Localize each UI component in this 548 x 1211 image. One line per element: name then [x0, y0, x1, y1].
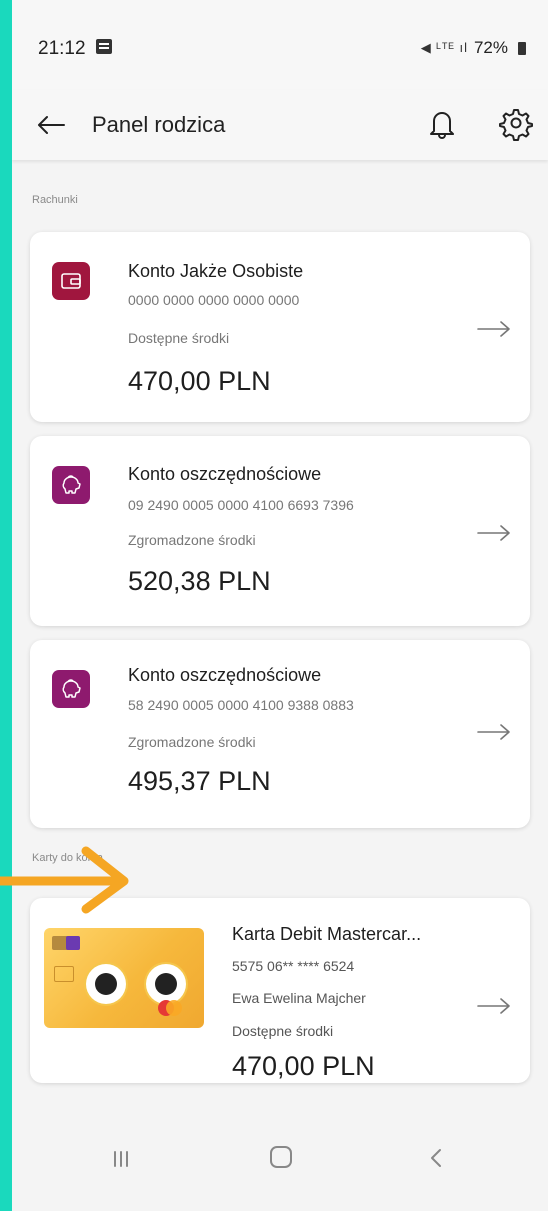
account-name: Konto oszczędnościowe [128, 464, 322, 484]
status-bar: 21:12 ◀ ᴸᵀᴱ ıl 72% [12, 0, 548, 90]
arrow-right-icon [477, 525, 510, 541]
card-number: 5575 06** **** 6524 [232, 958, 355, 974]
account-name: Konto Jakże Osobiste [128, 261, 304, 281]
annotation-arrow-icon [0, 846, 129, 914]
balance-label: Zgromadzone środki [128, 532, 256, 548]
gear-icon[interactable] [498, 104, 534, 142]
balance-label: Zgromadzone środki [128, 734, 256, 750]
balance-amount: 495,37 PLN [128, 766, 271, 796]
system-nav-bar [12, 1098, 548, 1211]
app-bar: Panel rodzica [12, 90, 548, 160]
phone-screen: 21:12 ◀ ᴸᵀᴱ ıl 72% Panel rodzica Rachunk… [12, 0, 548, 1211]
bell-icon[interactable] [424, 104, 460, 142]
card-image [44, 928, 204, 1028]
balance-label: Dostępne środki [128, 330, 230, 346]
piggy-bank-icon [62, 679, 81, 698]
battery-percent: 72% [473, 38, 508, 57]
status-right: ◀ ᴸᵀᴱ ıl 72% [421, 38, 526, 58]
home-icon[interactable] [270, 1146, 292, 1168]
notification-icon [96, 39, 112, 54]
section-label-accounts: Rachunki [32, 194, 78, 206]
balance-label: Dostępne środki [232, 1023, 334, 1039]
account-card[interactable]: Konto oszczędnościowe 58 2490 0005 0000 … [30, 640, 530, 828]
wallet-icon [61, 273, 81, 289]
balance-amount: 520,38 PLN [128, 566, 271, 596]
debit-card-item[interactable]: Karta Debit Mastercar... 5575 06** **** … [30, 898, 530, 1083]
balance-amount: 470,00 PLN [128, 366, 271, 396]
account-number: 09 2490 0005 0000 4100 6693 7396 [128, 497, 354, 513]
status-time: 21:12 [38, 38, 86, 59]
page-title: Panel rodzica [92, 112, 226, 137]
signal-icon: ◀ ᴸᵀᴱ ıl [420, 40, 468, 55]
card-name: Karta Debit Mastercar... [232, 924, 422, 944]
card-holder: Ewa Ewelina Majcher [232, 990, 366, 1006]
account-icon-box [52, 670, 90, 708]
arrow-right-icon [477, 724, 510, 740]
account-number: 0000 0000 0000 0000 0000 [128, 292, 300, 308]
piggy-bank-icon [62, 475, 81, 494]
mastercard-logo-icon [158, 1000, 182, 1016]
balance-amount: 470,00 PLN [232, 1051, 375, 1081]
back-arrow-icon[interactable] [34, 108, 68, 142]
arrow-right-icon [477, 321, 510, 337]
arrow-right-icon [477, 998, 510, 1014]
contactless-icon [54, 966, 74, 982]
account-card[interactable]: Konto oszczędnościowe 09 2490 0005 0000 … [30, 436, 530, 626]
card-eye-icon [146, 964, 186, 1004]
battery-icon [518, 41, 526, 55]
recent-apps-icon[interactable] [112, 1150, 130, 1168]
account-name: Konto oszczędnościowe [128, 665, 322, 685]
card-eye-icon [86, 964, 126, 1004]
bank-logo-icon [52, 936, 80, 950]
account-number: 58 2490 0005 0000 4100 9388 0883 [128, 697, 354, 713]
account-card[interactable]: Konto Jakże Osobiste 0000 0000 0000 0000… [30, 232, 530, 422]
account-icon-box [52, 262, 90, 300]
account-icon-box [52, 466, 90, 504]
nav-back-icon[interactable] [428, 1147, 444, 1169]
